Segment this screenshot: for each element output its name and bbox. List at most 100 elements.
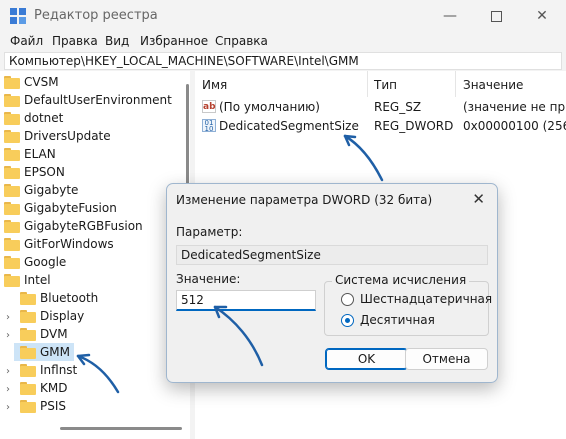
key-tree[interactable]: CVSM DefaultUserEnvironment dotnet Drive… [0, 71, 190, 439]
close-icon[interactable]: ✕ [472, 190, 485, 208]
column-header-name[interactable]: Имя [202, 78, 227, 92]
tree-node[interactable]: DriversUpdate [4, 127, 111, 145]
base-groupbox [324, 281, 489, 336]
decimal-radio[interactable] [341, 314, 354, 327]
tree-node-label: Google [24, 255, 67, 269]
menu-help[interactable]: Справка [215, 34, 268, 48]
folder-icon [20, 327, 36, 341]
folder-icon [4, 237, 20, 251]
address-bar[interactable]: Компьютер\HKEY_LOCAL_MACHINE\SOFTWARE\In… [4, 52, 562, 70]
hex-radio[interactable] [341, 293, 354, 306]
menu-favorites[interactable]: Избранное [140, 34, 208, 48]
folder-icon [20, 309, 36, 323]
tree-node[interactable]: Display [20, 307, 84, 325]
folder-icon [4, 165, 20, 179]
tree-node-label: Display [40, 309, 85, 323]
tree-node-label: PSIS [40, 399, 67, 413]
tree-node[interactable]: PSIS [20, 397, 66, 415]
chevron-right-icon[interactable]: › [6, 330, 10, 341]
ok-button[interactable]: OK [325, 348, 408, 370]
maximize-icon[interactable] [473, 0, 519, 32]
menu-view[interactable]: Вид [105, 34, 129, 48]
tree-node-label: ELAN [24, 147, 56, 161]
tree-node[interactable]: GigabyteFusion [4, 199, 117, 217]
tree-node-label: KMD [40, 381, 68, 395]
close-icon[interactable]: ✕ [519, 0, 565, 32]
tree-node[interactable]: GitForWindows [4, 235, 114, 253]
registry-editor-icon [10, 8, 26, 24]
chevron-right-icon[interactable]: › [6, 402, 10, 413]
tree-node-label: Inflnst [40, 363, 78, 377]
value-data-input[interactable]: 512 [176, 290, 316, 311]
folder-icon [4, 129, 20, 143]
parameter-name-field: DedicatedSegmentSize [176, 245, 488, 265]
cancel-button[interactable]: Отмена [405, 348, 488, 370]
tree-node[interactable]: EPSON [4, 163, 65, 181]
hex-radio-label[interactable]: Шестнадцатеричная [360, 292, 492, 306]
column-header-type[interactable]: Тип [374, 78, 397, 92]
folder-icon [4, 273, 20, 287]
tree-node[interactable]: Intel [4, 271, 51, 289]
binary-value-icon: 01 10 [202, 119, 216, 133]
folder-icon [4, 93, 20, 107]
column-divider[interactable] [367, 71, 368, 97]
parameter-label: Параметр: [176, 225, 243, 239]
tree-node[interactable]: GigabyteRGBFusion [4, 217, 143, 235]
tree-node-label: EPSON [24, 165, 65, 179]
menu-edit[interactable]: Правка [52, 34, 98, 48]
tree-horizontal-scrollbar[interactable] [60, 427, 182, 430]
tree-node-label: DVM [40, 327, 68, 341]
value-label: Значение: [176, 272, 241, 286]
tree-node-label: Bluetooth [40, 291, 99, 305]
folder-icon [4, 147, 20, 161]
tree-node-label: GMM [40, 345, 71, 359]
folder-icon [20, 399, 36, 413]
tree-node-label: DefaultUserEnvironment [24, 93, 172, 107]
folder-icon [20, 381, 36, 395]
edit-dword-dialog: Изменение параметра DWORD (32 бита) ✕ Па… [166, 183, 498, 383]
minimize-icon[interactable]: — [427, 0, 473, 32]
value-row[interactable]: ab (По умолчанию) REG_SZ (значение не пр… [195, 98, 566, 116]
tree-node-label: Gigabyte [24, 183, 79, 197]
tree-node[interactable]: DVM [20, 325, 68, 343]
value-type: REG_DWORD [374, 119, 454, 133]
tree-node[interactable]: CVSM [4, 73, 59, 91]
chevron-right-icon[interactable]: › [6, 384, 10, 395]
column-header-data[interactable]: Значение [463, 78, 523, 92]
tree-node-label: dotnet [24, 111, 64, 125]
tree-node-selected[interactable]: GMM [14, 343, 75, 361]
tree-node[interactable]: ELAN [4, 145, 56, 163]
title-bar: Редактор реестра — ✕ [0, 0, 566, 32]
window-title: Редактор реестра [34, 8, 158, 23]
chevron-right-icon[interactable]: › [6, 312, 10, 323]
folder-icon [20, 291, 36, 305]
tree-node-label: DriversUpdate [24, 129, 111, 143]
folder-icon [4, 183, 20, 197]
value-row[interactable]: 01 10 DedicatedSegmentSize REG_DWORD 0x00… [195, 117, 566, 135]
tree-node[interactable]: Gigabyte [4, 181, 78, 199]
value-name: DedicatedSegmentSize [219, 119, 359, 133]
value-data: (значение не прис [463, 100, 566, 114]
value-name: (По умолчанию) [219, 100, 320, 114]
folder-icon [20, 363, 36, 377]
tree-node-label: GigabyteFusion [24, 201, 117, 215]
tree-node[interactable]: Bluetooth [20, 289, 98, 307]
value-type: REG_SZ [374, 100, 422, 114]
folder-icon [4, 219, 20, 233]
tree-node[interactable]: Inflnst [20, 361, 77, 379]
decimal-radio-label[interactable]: Десятичная [360, 313, 435, 327]
column-divider[interactable] [455, 71, 456, 97]
tree-node[interactable]: dotnet [4, 109, 63, 127]
folder-icon [4, 201, 20, 215]
chevron-right-icon[interactable]: › [6, 366, 10, 377]
tree-node[interactable]: DefaultUserEnvironment [4, 91, 172, 109]
tree-node-label: Intel [24, 273, 51, 287]
folder-icon [4, 255, 20, 269]
tree-node[interactable]: KMD [20, 379, 67, 397]
folder-icon [4, 75, 20, 89]
folder-icon [20, 345, 36, 359]
base-group-label: Система исчисления [332, 273, 470, 287]
tree-node[interactable]: Google [4, 253, 66, 271]
tree-node-label: GigabyteRGBFusion [24, 219, 143, 233]
menu-file[interactable]: Файл [10, 34, 43, 48]
